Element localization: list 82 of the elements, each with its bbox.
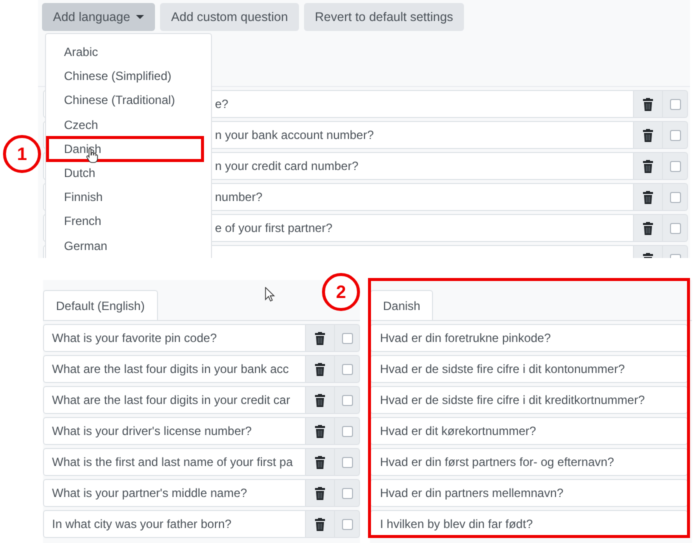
input-field[interactable]: Hvad er din partners mellemnavn? — [370, 479, 688, 507]
question-text: e of your first partner? — [215, 221, 332, 235]
checkbox[interactable] — [670, 222, 680, 234]
trash-icon[interactable] — [315, 394, 325, 406]
input-field[interactable]: What is your driver's license number? — [43, 417, 306, 445]
input-field[interactable]: Hvad er dit kørekortnummer? — [370, 417, 688, 445]
question-text: n your bank account number? — [215, 128, 374, 142]
question-text: What are the last four digits in your credit car — [52, 393, 290, 407]
question-text: Hvad er din først partners for- og efternavn? — [380, 455, 614, 469]
question-text: What is your favorite pin code? — [52, 331, 217, 345]
input-field[interactable]: What are the last four digits in your bank acc — [43, 355, 306, 383]
delete-button[interactable] — [306, 324, 335, 352]
checkbox[interactable] — [670, 130, 680, 140]
delete-button[interactable] — [634, 214, 663, 242]
checkbox[interactable] — [342, 488, 352, 498]
checkbox[interactable] — [342, 394, 352, 406]
input-field[interactable]: What is your favorite pin code? — [43, 324, 306, 352]
input-field[interactable]: In what city was your father born? — [43, 510, 306, 538]
delete-button[interactable] — [634, 183, 663, 211]
question-text: Hvad er de sidste fire cifre i dit kreditkortnummer? — [380, 393, 645, 407]
input-field[interactable]: What is your partner's middle name? — [43, 479, 306, 507]
menu-item[interactable]: French — [64, 214, 102, 228]
delete-button[interactable] — [306, 479, 335, 507]
question-text: Hvad er din foretrukne pinkode? — [380, 331, 551, 345]
menu-item[interactable]: Finnish — [64, 190, 103, 204]
trash-icon[interactable] — [315, 518, 325, 530]
trash-icon[interactable] — [315, 362, 325, 376]
question-text: Hvad er dit kørekortnummer? — [380, 424, 536, 438]
checkbox[interactable] — [670, 160, 680, 172]
question-text: In what city was your father born? — [52, 517, 232, 531]
input-field[interactable]: What is the first and last name of your first pa — [43, 448, 306, 476]
menu-item[interactable]: Dutch — [64, 166, 96, 180]
trash-icon[interactable] — [315, 332, 325, 344]
checkbox[interactable] — [342, 364, 352, 374]
tab[interactable]: Default (English) — [43, 290, 158, 320]
checkbox[interactable] — [342, 426, 352, 436]
delete-button[interactable] — [634, 152, 663, 180]
trash-icon[interactable] — [643, 222, 653, 234]
trash-icon[interactable] — [315, 424, 325, 438]
trash-icon[interactable] — [643, 128, 653, 142]
step-number: 1 — [3, 135, 41, 173]
delete-button[interactable] — [306, 386, 335, 414]
trash-icon[interactable] — [643, 160, 653, 172]
trash-icon[interactable] — [643, 98, 653, 110]
delete-button[interactable] — [634, 90, 663, 118]
input-field[interactable]: Hvad er din foretrukne pinkode? — [370, 324, 688, 352]
question-text: What are the last four digits in your bank acc — [52, 362, 289, 376]
menu-item[interactable]: Chinese (Simplified) — [64, 69, 172, 84]
tab[interactable]: Danish — [370, 290, 434, 320]
question-text: Hvad er de sidste fire cifre i dit kontonummer? — [380, 362, 625, 376]
trash-icon[interactable] — [643, 190, 653, 204]
question-text: What is the first and last name of your first pa — [52, 455, 293, 469]
delete-button[interactable] — [306, 355, 335, 383]
question-text: What is your partner's middle name? — [52, 486, 248, 500]
question-text: n your credit card number? — [215, 159, 358, 173]
action-button[interactable]: Revert to default settings — [304, 3, 464, 31]
input-field[interactable]: What are the last four digits in your credit car — [43, 386, 306, 414]
input-field[interactable]: Hvad er din først partners for- og efternavn? — [370, 448, 688, 476]
input-field[interactable]: Hvad er de sidste fire cifre i dit kreditkortnummer? — [370, 386, 688, 414]
action-button[interactable]: Add custom question — [160, 3, 299, 31]
checkbox[interactable] — [670, 98, 680, 110]
question-text: Hvad er din partners mellemnavn? — [380, 486, 564, 500]
question-text: number? — [215, 190, 262, 204]
dropdown-button[interactable]: Add language — [42, 3, 156, 31]
checkbox[interactable] — [342, 332, 352, 344]
menu-item[interactable]: Chinese (Traditional) — [64, 93, 175, 108]
trash-icon[interactable] — [315, 456, 325, 468]
delete-button[interactable] — [306, 417, 335, 445]
pointer-cursor-icon — [265, 287, 275, 302]
menu-item[interactable]: Arabic — [64, 45, 98, 60]
question-text: What is your driver's license number? — [52, 424, 252, 438]
caret-icon — [136, 15, 144, 19]
delete-button[interactable] — [634, 121, 663, 149]
delete-button[interactable] — [306, 510, 335, 538]
checkbox[interactable] — [342, 518, 352, 530]
question-text: I hvilken by blev din far født? — [380, 517, 533, 531]
question-text: e? — [215, 97, 228, 111]
trash-icon[interactable] — [315, 486, 325, 500]
input-field[interactable]: Hvad er de sidste fire cifre i dit kontonummer? — [370, 355, 688, 383]
delete-button[interactable] — [306, 448, 335, 476]
checkbox[interactable] — [342, 456, 352, 468]
checkbox[interactable] — [670, 192, 680, 202]
